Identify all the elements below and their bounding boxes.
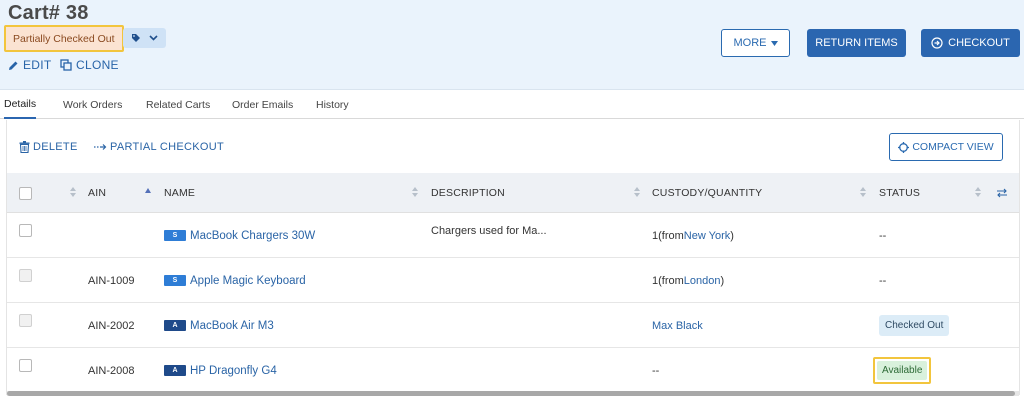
arrow-circle-right-icon [931, 37, 943, 49]
table-header: AIN NAME DESCRIPTION CUSTODY/QUANTITY ST… [7, 173, 1019, 213]
item-type-badge: S [164, 230, 186, 241]
item-type-badge: A [164, 365, 186, 376]
checkout-label: CHECKOUT [948, 37, 1010, 49]
row-custody: 1(from London) [652, 258, 724, 303]
delete-button[interactable]: DELETE [19, 141, 78, 153]
chevron-down-icon [149, 35, 158, 41]
row-name-cell: S MacBook Chargers 30W [164, 213, 315, 258]
caret-down-icon [770, 40, 778, 46]
row-status: Checked Out [879, 303, 950, 348]
row-ain: AIN-1009 [88, 274, 135, 287]
row-ain: AIN-2008 [88, 364, 135, 377]
status-badge: Available [877, 361, 928, 380]
row-checkbox[interactable] [19, 269, 32, 282]
table-row[interactable]: AIN-2008 A HP Dragonfly G4 -- Available [7, 348, 1019, 393]
sort-custody-icon[interactable] [860, 187, 866, 199]
column-header-description[interactable]: DESCRIPTION [431, 173, 505, 213]
row-status: -- [879, 274, 887, 287]
compact-view-button[interactable]: COMPACT VIEW [889, 133, 1003, 161]
sort-ain-icon[interactable] [70, 187, 76, 199]
tab-details[interactable]: Details [4, 91, 37, 119]
tab-bar: Details Work Orders Related Carts Order … [0, 91, 1024, 119]
partial-checkout-button[interactable]: PARTIAL CHECKOUT [94, 141, 224, 153]
row-description: Chargers used for Ma... [431, 224, 547, 237]
tab-work-orders[interactable]: Work Orders [63, 91, 122, 119]
item-name-link[interactable]: HP Dragonfly G4 [190, 365, 277, 377]
edit-label: EDIT [23, 58, 52, 72]
sort-status-icon[interactable] [975, 187, 981, 199]
horizontal-scrollbar-thumb[interactable] [7, 391, 1015, 396]
item-type-badge: S [164, 275, 186, 286]
column-header-custody[interactable]: CUSTODY/QUANTITY [652, 173, 762, 213]
quantity-prefix: 1(from [652, 229, 684, 242]
status-badge-highlight: Available [873, 357, 932, 384]
edit-button[interactable]: EDIT [8, 58, 52, 72]
tab-history[interactable]: History [316, 91, 349, 119]
return-items-button[interactable]: RETURN ITEMS [807, 29, 906, 57]
tag-icon [132, 34, 140, 42]
row-name-cell: A HP Dragonfly G4 [164, 348, 277, 393]
pencil-icon [9, 61, 18, 70]
row-checkbox[interactable] [19, 314, 32, 327]
row-name-cell: S Apple Magic Keyboard [164, 258, 306, 303]
item-name-link[interactable]: MacBook Air M3 [190, 320, 274, 332]
cart-header: Cart# 38 Partially Checked Out EDIT CLON… [0, 0, 1024, 90]
item-name-link[interactable]: Apple Magic Keyboard [190, 275, 306, 287]
compact-view-label: COMPACT VIEW [912, 141, 994, 153]
column-header-name[interactable]: NAME [164, 173, 195, 213]
table-row[interactable]: S MacBook Chargers 30W Chargers used for… [7, 213, 1019, 258]
quantity-suffix: ) [730, 229, 734, 242]
quantity-prefix: 1(from [652, 274, 684, 287]
delete-label: DELETE [33, 141, 78, 153]
checkout-button[interactable]: CHECKOUT [921, 29, 1020, 57]
clone-label: CLONE [76, 58, 119, 72]
status-badge: Checked Out [879, 315, 950, 336]
custodian-link[interactable]: Max Black [652, 320, 703, 332]
column-header-ain[interactable]: AIN [88, 173, 106, 213]
partial-checkout-label: PARTIAL CHECKOUT [110, 141, 225, 153]
quantity-suffix: ) [720, 274, 725, 287]
row-name-cell: A MacBook Air M3 [164, 303, 274, 348]
more-dropdown-button[interactable]: MORE [721, 29, 790, 57]
column-header-status[interactable]: STATUS [879, 173, 920, 213]
table-row[interactable]: AIN-2002 A MacBook Air M3 Max Black Chec… [7, 303, 1019, 348]
dashed-arrow-right-icon [94, 144, 107, 150]
row-ain: AIN-2002 [88, 319, 135, 332]
item-name-link[interactable]: MacBook Chargers 30W [190, 230, 315, 242]
sort-description-icon[interactable] [634, 187, 640, 199]
tag-dropdown-button[interactable] [123, 28, 166, 48]
table-row[interactable]: AIN-1009 S Apple Magic Keyboard 1(from L… [7, 258, 1019, 303]
cart-status-badge: Partially Checked Out [4, 25, 124, 52]
item-type-badge: A [164, 320, 186, 331]
tab-order-emails[interactable]: Order Emails [232, 91, 293, 119]
row-custody: 1(from New York) [652, 213, 734, 258]
location-link[interactable]: London [684, 275, 721, 287]
row-status: -- [879, 229, 887, 242]
row-checkbox[interactable] [19, 359, 32, 372]
column-settings-icon[interactable] [996, 188, 1008, 198]
row-custody: Max Black [652, 303, 703, 348]
tab-related-carts[interactable]: Related Carts [146, 91, 210, 119]
select-all-checkbox[interactable] [19, 187, 32, 200]
clone-button[interactable]: CLONE [60, 58, 119, 72]
compress-icon [898, 141, 910, 153]
row-checkbox[interactable] [19, 224, 32, 237]
more-label: MORE [733, 37, 767, 49]
sort-ascending-icon[interactable] [145, 188, 151, 193]
location-link[interactable]: New York [684, 230, 730, 242]
copy-icon [60, 59, 72, 71]
row-status: Available [873, 348, 932, 393]
trash-icon [19, 141, 30, 153]
row-custody: -- [652, 364, 660, 377]
page-title: Cart# 38 [8, 2, 89, 24]
sort-name-icon[interactable] [412, 187, 418, 199]
